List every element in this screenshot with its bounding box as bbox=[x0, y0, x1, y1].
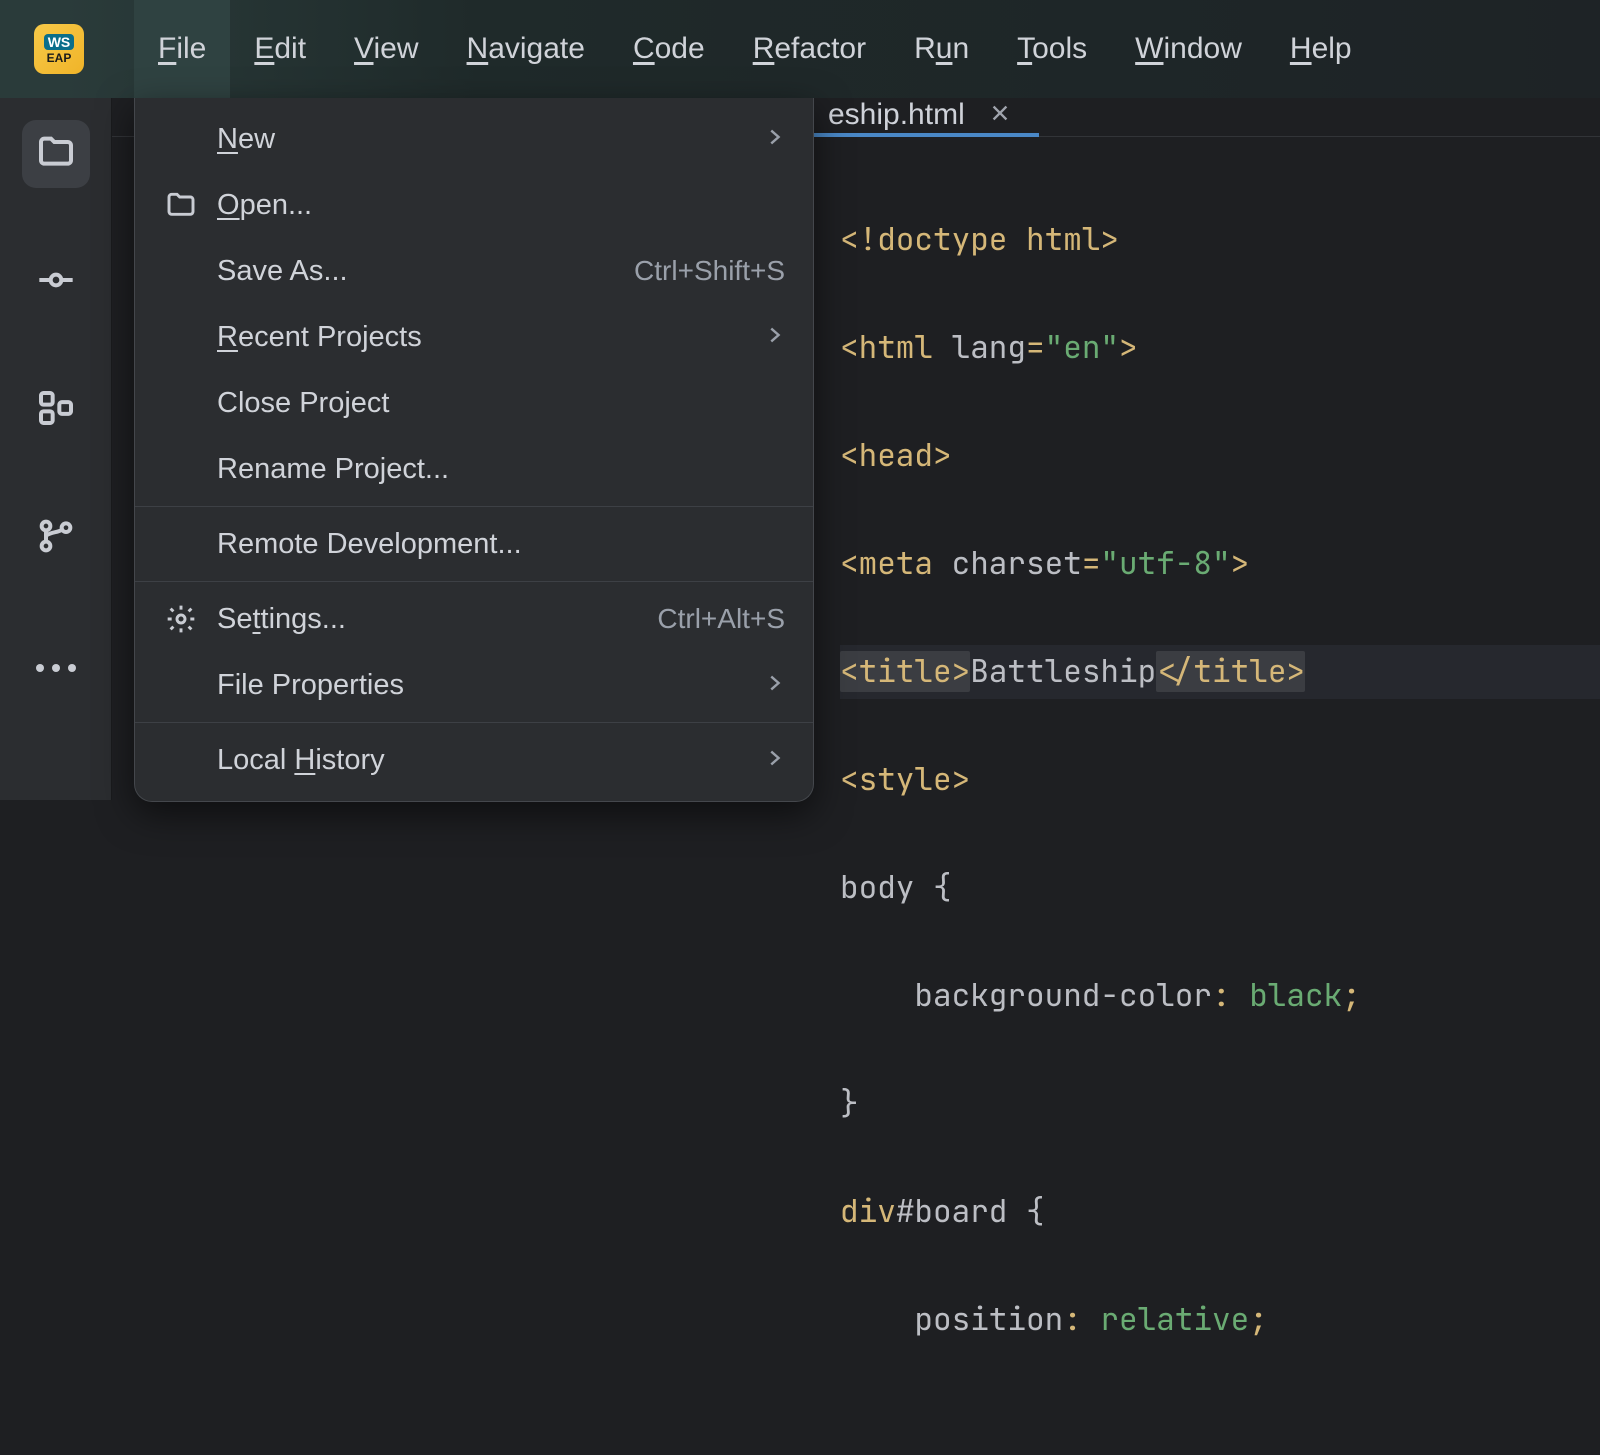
file-menu-dropdown: New Open... Save As... Ctrl+Shift+S Rece… bbox=[134, 98, 814, 802]
close-icon[interactable] bbox=[989, 98, 1011, 132]
menu-run[interactable]: Run bbox=[890, 0, 993, 98]
menu-local-history[interactable]: Local History bbox=[135, 727, 813, 793]
app-icon-top: WS bbox=[44, 34, 75, 50]
structure-icon bbox=[36, 388, 76, 433]
app-icon-bottom: EAP bbox=[47, 52, 72, 64]
menu-open[interactable]: Open... bbox=[135, 172, 813, 238]
menu-rename-project[interactable]: Rename Project... bbox=[135, 436, 813, 502]
app-icon: WS EAP bbox=[34, 24, 84, 74]
menu-window[interactable]: Window bbox=[1111, 0, 1266, 98]
menu-code[interactable]: Code bbox=[609, 0, 729, 98]
main: New Open... Save As... Ctrl+Shift+S Rece… bbox=[0, 98, 1600, 800]
vcs-tool-button[interactable] bbox=[22, 504, 90, 572]
menu-recent-projects[interactable]: Recent Projects bbox=[135, 304, 813, 370]
editor-tab[interactable]: eship.html bbox=[812, 98, 1039, 136]
menu-edit[interactable]: Edit bbox=[230, 0, 330, 98]
menu-save-as[interactable]: Save As... Ctrl+Shift+S bbox=[135, 238, 813, 304]
chevron-right-icon bbox=[763, 669, 785, 702]
commit-icon bbox=[36, 260, 76, 305]
menu-file[interactable]: File bbox=[134, 0, 230, 98]
menu-separator bbox=[135, 581, 813, 582]
menu-separator bbox=[135, 506, 813, 507]
menubar: File Edit View Navigate Code Refactor Ru… bbox=[134, 0, 1376, 98]
menu-tools[interactable]: Tools bbox=[993, 0, 1111, 98]
menu-close-project[interactable]: Close Project bbox=[135, 370, 813, 436]
menu-help[interactable]: Help bbox=[1266, 0, 1376, 98]
chevron-right-icon bbox=[763, 744, 785, 777]
git-branch-icon bbox=[36, 516, 76, 561]
ellipsis-icon bbox=[36, 660, 76, 672]
structure-tool-button[interactable] bbox=[22, 376, 90, 444]
editor-area: New Open... Save As... Ctrl+Shift+S Rece… bbox=[112, 98, 1600, 800]
shortcut-text: Ctrl+Shift+S bbox=[634, 255, 785, 287]
menu-separator bbox=[135, 722, 813, 723]
menu-view[interactable]: View bbox=[330, 0, 442, 98]
tab-filename: eship.html bbox=[828, 98, 965, 132]
folder-icon bbox=[36, 132, 76, 177]
menu-refactor[interactable]: Refactor bbox=[729, 0, 890, 98]
folder-icon bbox=[163, 189, 199, 221]
left-gutter bbox=[0, 98, 112, 800]
menu-file-properties[interactable]: File Properties bbox=[135, 652, 813, 718]
menu-navigate[interactable]: Navigate bbox=[443, 0, 609, 98]
shortcut-text: Ctrl+Alt+S bbox=[657, 603, 785, 635]
code-editor[interactable]: <!doctype html> <html lang="en"> <head> … bbox=[812, 137, 1600, 1455]
titlebar: WS EAP File Edit View Navigate Code Refa… bbox=[0, 0, 1600, 98]
more-tools-button[interactable] bbox=[22, 632, 90, 700]
project-tool-button[interactable] bbox=[22, 120, 90, 188]
gear-icon bbox=[163, 603, 199, 635]
chevron-right-icon bbox=[763, 123, 785, 156]
commit-tool-button[interactable] bbox=[22, 248, 90, 316]
menu-settings[interactable]: Settings... Ctrl+Alt+S bbox=[135, 586, 813, 652]
menu-new[interactable]: New bbox=[135, 106, 813, 172]
menu-remote-development[interactable]: Remote Development... bbox=[135, 511, 813, 577]
chevron-right-icon bbox=[763, 321, 785, 354]
